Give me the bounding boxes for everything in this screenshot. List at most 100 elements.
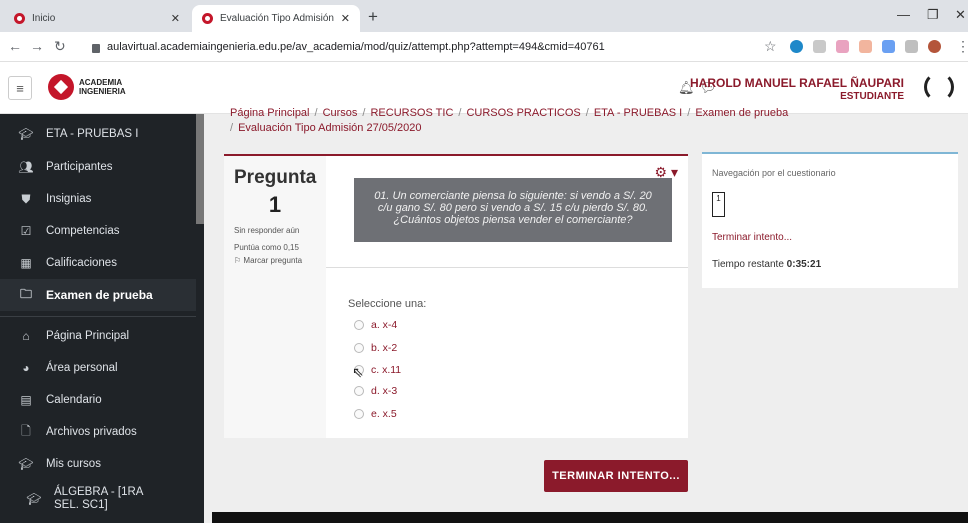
profile-icon[interactable] [928,40,941,53]
sidebar-item-area-personal[interactable]: ◕ Área personal [0,352,196,384]
extension-icon[interactable] [836,40,849,53]
answer-option-d[interactable]: d. x-3 [354,385,397,397]
reload-icon[interactable]: ↻ [54,38,66,55]
extension-icon[interactable] [813,40,826,53]
sidebar-item-label: Calificaciones [46,257,117,269]
question-number: 1 [268,192,282,217]
home-icon: ⌂ [22,329,30,343]
calendar-icon: ▤ [20,393,32,407]
new-tab-icon[interactable]: + [368,7,378,27]
answer-option-e[interactable]: e. x.5 [354,408,397,420]
breadcrumb-item[interactable]: Evaluación Tipo Admisión 27/05/2020 [238,122,421,134]
divider [326,267,688,268]
browser-menu-icon[interactable]: ⋮ [956,38,968,55]
hamburger-icon: ≡ [16,80,24,96]
avatar[interactable] [924,72,954,102]
flag-label: Marcar pregunta [243,256,303,265]
sidebar-item-competencias[interactable]: ☑ Competencias [0,215,196,247]
question-content: ⚙ ▾ 01. Un comerciante piensa lo siguien… [326,154,688,438]
footer-bar [212,512,968,523]
main-region: Página Principal / Cursos / RECURSOS TIC / CUR… [204,107,968,523]
sidebar-item-label: Competencias [46,225,120,237]
sidebar-item-label: Mis cursos [46,458,101,470]
user-role: ESTUDIANTE [840,91,904,102]
bookmark-star-icon[interactable]: ☆ [764,38,777,55]
user-menu[interactable]: HAROLD MANUEL RAFAEL ÑAUPARI ESTUDIANTE [690,76,904,104]
cast-icon[interactable] [905,40,918,53]
sidebar-item-pagina-principal[interactable]: ⌂ Página Principal [0,320,196,352]
browser-tab-inicio[interactable]: Inicio ✕ [4,5,190,32]
radio-button[interactable] [354,386,364,396]
url-field[interactable]: aulavirtual.academiaingenieria.edu.pe/av… [86,36,776,58]
dashboard-icon: ◕ [22,361,30,375]
graduation-cap-icon: 🎓︎ [18,457,34,471]
extension-icon[interactable] [859,40,872,53]
breadcrumb-item[interactable]: RECURSOS TIC [370,107,453,119]
question-info: Pregunta 1 Sin responder aún Puntúa como… [224,154,326,438]
users-icon: 👥︎ [18,159,34,174]
breadcrumb-item[interactable]: Página Principal [230,107,310,119]
answer-prompt: Seleccione una: [348,298,427,310]
tab-title: Evaluación Tipo Admisión 27/05/ [220,13,335,24]
radio-button[interactable] [354,409,364,419]
sidebar-item-archivos-privados[interactable]: 🗋 Archivos privados [0,416,196,448]
browser-address-bar: ← → ↻ aulavirtual.academiaingenieria.edu… [0,32,968,62]
sidebar-item-calificaciones[interactable]: ▦ Calificaciones [0,247,196,279]
shield-icon: ⛊ [21,191,31,206]
forward-icon[interactable]: → [30,38,44,54]
browser-tab-evaluacion[interactable]: Evaluación Tipo Admisión 27/05/ ✕ [192,5,360,32]
question-image-text: 01. Un comerciante piensa lo siguiente: … [374,190,652,226]
maximize-icon[interactable]: ❐ [927,7,939,23]
quiz-navigation-title: Navegación por el cuestionario [712,168,836,178]
sidebar-item-participantes[interactable]: 👥︎ Participantes [0,150,196,183]
time-remaining: Tiempo restante 0:35:21 [712,259,821,270]
tab-close-icon[interactable]: ✕ [171,12,180,25]
sidebar-item-course[interactable]: 🎓︎ ETA - PRUEBAS I [0,118,196,150]
breadcrumb-item[interactable]: ETA - PRUEBAS I [594,107,682,119]
time-remaining-value: 0:35:21 [786,259,822,270]
sidebar-item-label: Participantes [46,160,113,173]
sidebar-item-calendario[interactable]: ▤ Calendario [0,384,196,416]
question-nav-button[interactable]: 1 [712,192,725,217]
sidebar-item-algebra[interactable]: 🎓︎ ÁLGEBRA - [1RA SEL. SC1] [0,482,196,516]
sidebar-item-mis-cursos[interactable]: 🎓︎ Mis cursos [0,448,196,480]
radio-button[interactable] [354,320,364,330]
extension-icon[interactable] [882,40,895,53]
folder-icon: 🗀 [19,286,32,301]
close-window-icon[interactable]: ✕ [955,7,966,23]
sidebar-item-label: Archivos privados [46,426,137,438]
breadcrumb-item[interactable]: CURSOS PRACTICOS [466,107,580,119]
breadcrumb-item[interactable]: Examen de prueba [695,107,788,119]
menu-toggle-button[interactable]: ≡ [8,76,32,100]
time-remaining-label: Tiempo restante [712,259,784,270]
answer-option-b[interactable]: b. x-2 [354,342,397,354]
answer-option-label: a. x-4 [371,319,398,331]
tab-close-icon[interactable]: ✕ [341,12,350,25]
sidebar-divider [0,316,196,317]
nav-drawer: 🎓︎ ETA - PRUEBAS I 👥︎ Participantes ⛊ In… [0,114,204,523]
checkbox-icon: ☑ [20,224,32,238]
flag-question-link[interactable]: ⚐ Marcar pregunta [234,256,316,265]
answer-option-label: e. x.5 [371,408,397,420]
answer-option-a[interactable]: a. x-4 [354,319,397,331]
breadcrumb-item[interactable]: Cursos [323,107,358,119]
sidebar-item-label: Insignias [46,193,92,205]
question-image: 01. Un comerciante piensa lo siguiente: … [354,178,672,242]
minimize-icon[interactable]: — [897,7,910,22]
quiz-navigation-block: Navegación por el cuestionario 1 Termina… [702,152,958,288]
site-logo[interactable]: ACADEMIA INGENIERIA [48,74,126,100]
finish-attempt-button[interactable]: TERMINAR INTENTO... [544,460,688,492]
back-icon[interactable]: ← [8,38,22,54]
finish-attempt-link[interactable]: Terminar intento... [712,232,792,243]
url-text: aulavirtual.academiaingenieria.edu.pe/av… [107,41,605,53]
extension-icon[interactable] [790,40,803,53]
mouse-cursor-icon: ⇖ [352,364,364,380]
sidebar-item-insignias[interactable]: ⛊ Insignias [0,183,196,215]
flag-icon: ⚐ [234,256,242,265]
tab-title: Inicio [32,13,56,24]
sidebar-item-label: ÁLGEBRA - [1RA SEL. SC1] [54,486,143,511]
radio-button[interactable] [354,343,364,353]
sidebar-item-examen[interactable]: 🗀 Examen de prueba [0,279,196,311]
answer-option-label: b. x-2 [371,342,398,354]
graduation-cap-icon: 🎓︎ [18,127,34,141]
